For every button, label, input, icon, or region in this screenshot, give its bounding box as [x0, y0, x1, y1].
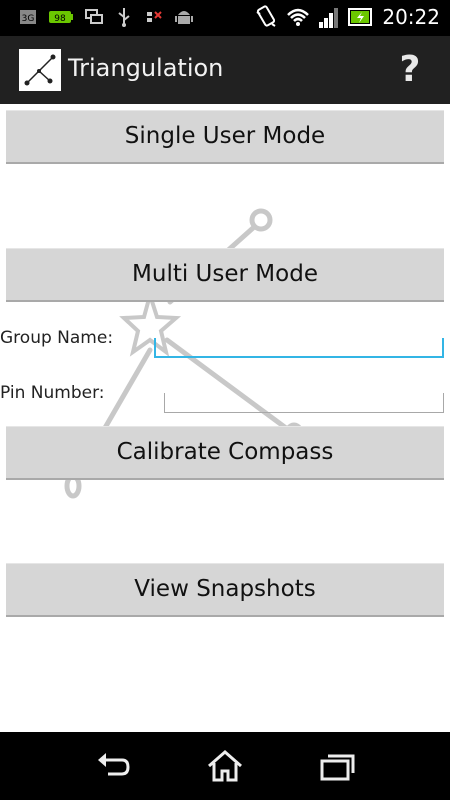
- multi-user-mode-button[interactable]: Multi User Mode: [6, 248, 444, 302]
- android-icon: [174, 7, 194, 27]
- battery-98-icon: 98: [48, 7, 74, 27]
- group-name-field[interactable]: [154, 334, 444, 358]
- pin-number-label: Pin Number:: [0, 383, 105, 403]
- status-bar-notifications: 3G 98: [18, 7, 194, 27]
- status-bar-system: 20:22: [254, 4, 440, 30]
- group-name-input[interactable]: [160, 334, 438, 355]
- recent-apps-icon[interactable]: [317, 748, 357, 784]
- help-icon[interactable]: ?: [398, 50, 422, 90]
- wifi-icon: [286, 5, 310, 29]
- app-logo-icon[interactable]: [19, 49, 61, 91]
- 3g-icon: 3G: [18, 7, 38, 27]
- battery-charging-icon: [348, 5, 374, 29]
- single-user-mode-button[interactable]: Single User Mode: [6, 110, 444, 164]
- view-snapshots-button[interactable]: View Snapshots: [6, 563, 444, 617]
- back-icon[interactable]: [94, 748, 134, 784]
- svg-text:98: 98: [54, 14, 66, 24]
- pin-number-field[interactable]: [164, 390, 444, 413]
- group-name-label: Group Name:: [0, 328, 114, 348]
- vibrate-icon: [254, 4, 278, 30]
- calibrate-compass-button[interactable]: Calibrate Compass: [6, 426, 444, 480]
- pin-number-input[interactable]: [169, 390, 439, 411]
- action-bar: Triangulation ?: [0, 36, 450, 104]
- navigation-bar: [0, 732, 450, 800]
- svg-text:3G: 3G: [22, 14, 35, 24]
- home-icon[interactable]: [205, 748, 245, 784]
- signal-icon: [318, 5, 340, 29]
- clock: 20:22: [382, 5, 440, 29]
- status-bar: 3G 98 20:22: [0, 0, 450, 36]
- no-signal-icon: [144, 7, 164, 27]
- usb-icon: [114, 7, 134, 27]
- screen-icon: [84, 7, 104, 27]
- app-title: Triangulation: [68, 54, 224, 82]
